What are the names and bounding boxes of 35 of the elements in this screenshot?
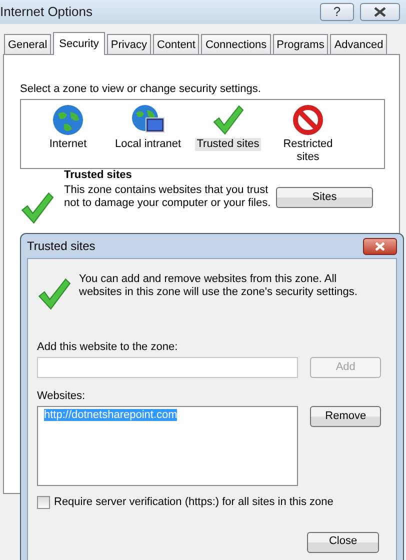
zone-item[interactable]: Internet (29, 104, 107, 168)
checkmark-icon (212, 104, 244, 136)
tab[interactable]: Privacy (106, 34, 151, 54)
close-icon (374, 242, 386, 250)
add-label: Add this website to the zone: (37, 341, 179, 354)
zone-description: This zone contains websites that you trust not to damage your computer or your files. (64, 184, 272, 210)
window-title: Internet Options (0, 4, 94, 20)
tab[interactable]: Content (152, 34, 200, 54)
tab[interactable]: General (4, 34, 52, 54)
checkmark-icon (37, 277, 71, 311)
checkbox-label: Require server verification (https:) for all sites in this zone (54, 496, 334, 510)
zone-title: Trusted sites (64, 169, 133, 182)
close-button[interactable] (360, 3, 400, 21)
websites-label: Websites: (37, 390, 86, 404)
dialog-title: Trusted sites (27, 238, 96, 254)
globe-icon (52, 104, 84, 136)
close-dialog-button[interactable]: Close (307, 532, 379, 553)
dialog-message: You can add and remove websites from this zone. All websites in this zone will use the zone's security settings. (79, 273, 358, 300)
checkbox[interactable] (37, 496, 50, 510)
website-input[interactable] (37, 357, 298, 378)
help-button[interactable]: ? (320, 3, 354, 21)
zone-item[interactable]: Local intranet (109, 104, 187, 168)
zone-item[interactable]: Trusted sites (189, 104, 267, 168)
zone-prompt: Select a zone to view or change security settings. (20, 83, 262, 96)
sites-button[interactable]: Sites (276, 187, 373, 208)
close-icon (373, 7, 387, 17)
tab[interactable]: Security (53, 32, 105, 55)
checkmark-icon (20, 191, 54, 226)
close-button[interactable] (363, 238, 397, 254)
tab[interactable]: Connections (201, 34, 271, 54)
tab[interactable]: Programs (272, 34, 328, 54)
no-entry-icon (292, 104, 324, 136)
zone-item[interactable]: Restricted sites (269, 104, 347, 168)
tab[interactable]: Advanced (330, 34, 388, 54)
remove-button[interactable]: Remove (310, 406, 381, 428)
